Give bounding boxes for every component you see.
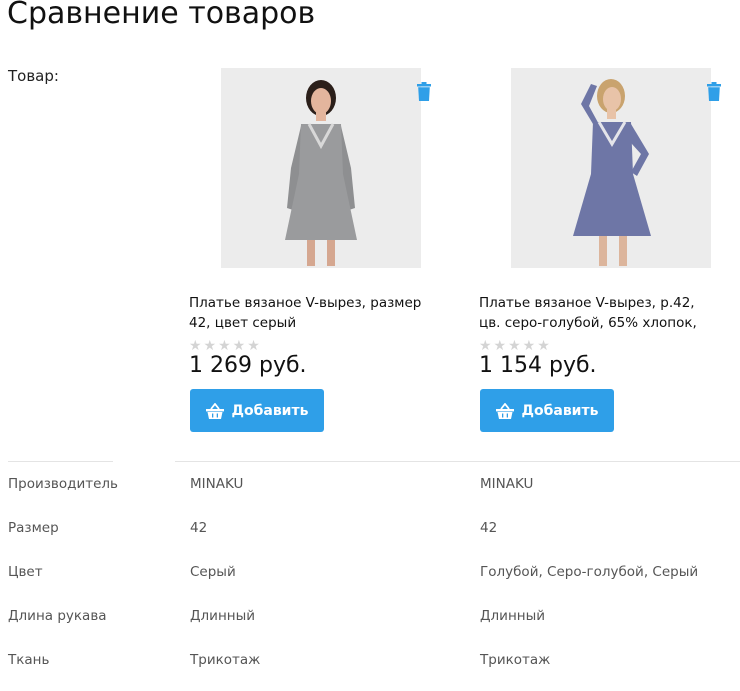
spec-row-sleeve-length: Длина рукава Длинный Длинный xyxy=(0,608,740,652)
spec-value: Трикотаж xyxy=(190,652,261,668)
add-to-cart-button[interactable]: Добавить xyxy=(480,389,614,432)
trash-icon[interactable] xyxy=(707,82,721,101)
spec-value: MINAKU xyxy=(480,476,534,492)
spec-row-size: Размер 42 42 xyxy=(0,520,740,564)
spec-value: 42 xyxy=(480,520,498,536)
spec-value: Трикотаж xyxy=(480,652,551,668)
spec-label: Размер xyxy=(8,520,59,536)
dress-gray-photo-icon xyxy=(221,68,421,268)
rating-stars[interactable]: ★★★★★ xyxy=(479,338,552,354)
add-button-label: Добавить xyxy=(521,402,599,419)
basket-icon xyxy=(205,402,224,419)
spec-label: Цвет xyxy=(8,564,43,580)
spec-value: Длинный xyxy=(480,608,546,624)
basket-icon xyxy=(495,402,514,419)
product-image[interactable] xyxy=(511,68,711,268)
rating-stars[interactable]: ★★★★★ xyxy=(189,338,262,354)
product-name[interactable]: Платье вязаное V-вырез, р.42, цв. серо-г… xyxy=(479,293,740,333)
spec-value: Голубой, Серо-голубой, Серый xyxy=(480,564,699,580)
spec-label: Ткань xyxy=(8,652,50,668)
page-title: Сравнение товаров xyxy=(7,0,316,31)
trash-icon[interactable] xyxy=(417,82,431,101)
spec-value: 42 xyxy=(190,520,208,536)
product-name-line[interactable]: Платье вязаное V-вырез, р.42, xyxy=(479,293,740,313)
product-name-line[interactable]: 42, цвет серый xyxy=(189,313,451,333)
dress-blue-gray-photo-icon xyxy=(511,68,711,268)
spec-value: Длинный xyxy=(190,608,256,624)
divider xyxy=(175,461,740,462)
spec-value: MINAKU xyxy=(190,476,244,492)
spec-row-color: Цвет Серый Голубой, Серо-голубой, Серый xyxy=(0,564,740,608)
product-price: 1 154 руб. xyxy=(479,353,597,378)
spec-row-fabric: Ткань Трикотаж Трикотаж xyxy=(0,652,740,691)
add-button-label: Добавить xyxy=(231,402,309,419)
product-image[interactable] xyxy=(221,68,421,268)
product-name-line[interactable]: цв. серо-голубой, 65% хлопок, xyxy=(479,313,740,333)
product-row-label: Товар: xyxy=(8,67,59,85)
add-to-cart-button[interactable]: Добавить xyxy=(190,389,324,432)
spec-row-manufacturer: Производитель MINAKU MINAKU xyxy=(0,476,740,520)
spec-value: Серый xyxy=(190,564,236,580)
product-name-line[interactable]: Платье вязаное V-вырез, размер xyxy=(189,293,451,313)
divider xyxy=(8,461,113,462)
product-name[interactable]: Платье вязаное V-вырез, размер 42, цвет … xyxy=(189,293,451,333)
spec-label: Длина рукава xyxy=(8,608,107,624)
product-price: 1 269 руб. xyxy=(189,353,307,378)
spec-label: Производитель xyxy=(8,476,119,492)
